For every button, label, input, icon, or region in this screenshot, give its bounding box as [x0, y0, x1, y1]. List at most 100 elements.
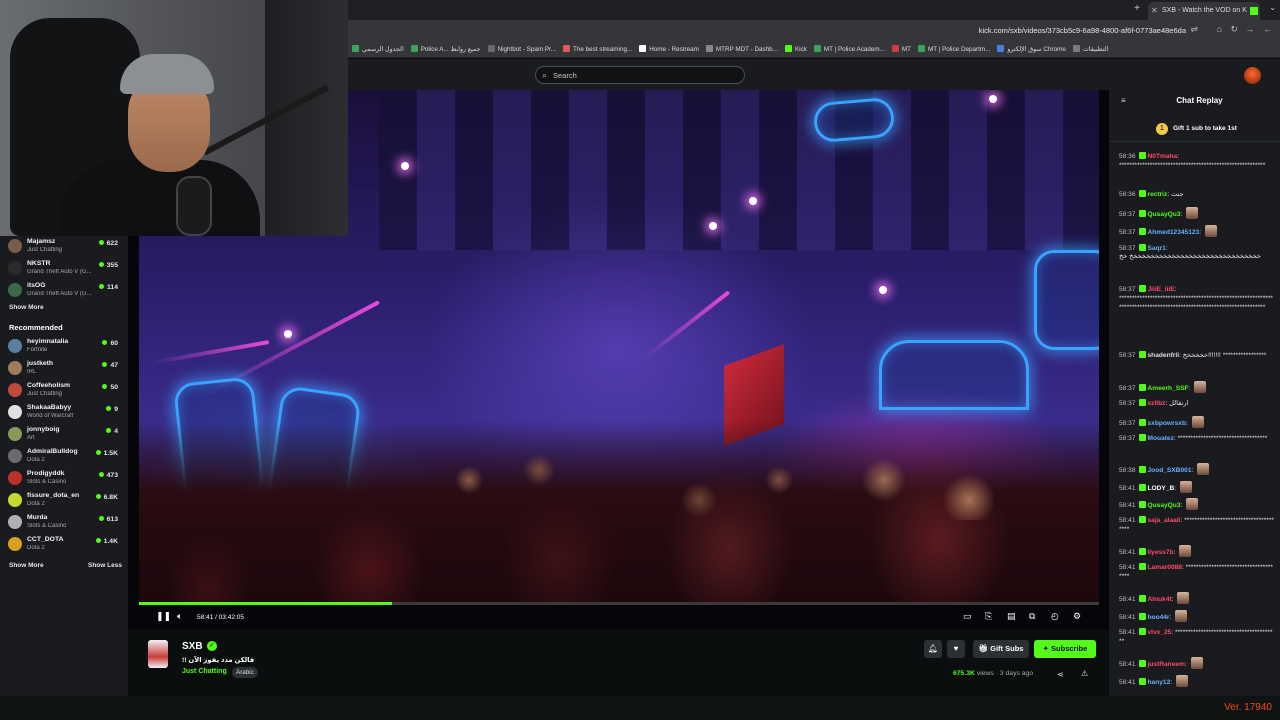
chat-username[interactable]: Mouatez: [1148, 435, 1174, 442]
clip-icon[interactable]: ⎘: [985, 611, 992, 622]
bookmark-item[interactable]: Nightbot - Spam Pr...: [487, 45, 556, 53]
bookmark-item[interactable]: التطبيقات: [1072, 45, 1108, 53]
report-warning-icon[interactable]: ⚠: [1081, 669, 1088, 678]
speed-icon[interactable]: ◴: [1051, 611, 1059, 622]
show-less-button[interactable]: Show Less: [88, 562, 122, 569]
chat-timestamp: 58:37: [1119, 400, 1136, 407]
sidebar-channel-item[interactable]: Coffeeholism Just Chatting 50: [0, 380, 128, 402]
sidebar-channel-item[interactable]: heyimnatalia Fortnite 60: [0, 336, 128, 358]
sidebar-channel-item[interactable]: Majamsz Just Chatting 622: [0, 236, 128, 258]
language-tag[interactable]: Arabic: [232, 667, 258, 678]
channel-category: IRL: [27, 369, 37, 375]
tab-search-chevron-icon[interactable]: ⌄: [1269, 3, 1276, 12]
theater-mode-icon[interactable]: ▭: [963, 611, 972, 622]
sidebar-channel-item[interactable]: fissure_dota_en Dota 2 6.8K: [0, 490, 128, 512]
sidebar-channel-item[interactable]: AdmiralBulldog Dota 2 1.5K: [0, 446, 128, 468]
bookmark-item[interactable]: الجدول الرسمي: [352, 45, 404, 53]
bookmark-favicon-icon: [639, 45, 647, 52]
site-settings-icon[interactable]: ⇌: [1190, 24, 1198, 35]
chat-timestamp: 58:37: [1119, 352, 1136, 359]
user-avatar[interactable]: [1244, 67, 1261, 84]
bookmark-item[interactable]: MTRP MDT - Dashb...: [705, 45, 778, 53]
chat-username[interactable]: saja_alaali: [1148, 517, 1181, 524]
emote-icon: [1186, 498, 1199, 510]
bookmark-item[interactable]: MT: [891, 45, 911, 53]
chat-username[interactable]: vlvx_25: [1148, 629, 1172, 636]
chat-username[interactable]: Lamar0088: [1148, 564, 1182, 571]
bookmark-label: MT | Police Departm...: [927, 46, 991, 53]
chat-message: 58:37 xzllbz: ارتقالل: [1119, 399, 1274, 409]
chat-timestamp: 58:41: [1119, 614, 1136, 621]
bookmark-item[interactable]: MT | Police Academ...: [813, 45, 885, 53]
chat-username[interactable]: Jood_SXB001: [1148, 467, 1192, 474]
category-link[interactable]: Just Chatting: [182, 668, 227, 675]
close-tab-icon[interactable]: ✕: [1151, 2, 1158, 20]
video-title: !! فالكن مدد يفوز الآن: [182, 657, 255, 664]
browser-tab-active[interactable]: ✕ SXB - Watch the VOD on K: [1148, 2, 1260, 20]
bookmark-favicon-icon: [997, 45, 1005, 52]
chat-username[interactable]: Saqr1: [1148, 245, 1166, 252]
channel-name[interactable]: SXB: [182, 641, 203, 652]
chat-username[interactable]: hany12: [1148, 679, 1171, 686]
settings-gear-icon[interactable]: ⚙: [1073, 611, 1081, 622]
chat-username[interactable]: N0Tmaha: [1148, 153, 1178, 160]
chat-username[interactable]: LODY_B: [1148, 485, 1175, 492]
chat-username[interactable]: liyess7b: [1148, 549, 1174, 556]
chat-username[interactable]: sxbpowrsxb: [1148, 420, 1186, 427]
volume-icon[interactable]: 🔈︎: [177, 611, 182, 622]
forward-icon[interactable]: →: [1245, 24, 1254, 34]
sidebar-channel-item[interactable]: jonnyboig Art 4: [0, 424, 128, 446]
new-tab-button[interactable]: +: [1134, 3, 1140, 14]
sidebar-channel-item[interactable]: Prodigyddk Slots & Casino 473: [0, 468, 128, 490]
bookmark-item[interactable]: سوق الإلكترو Chrome: [997, 45, 1066, 53]
back-icon[interactable]: ←: [1263, 24, 1272, 34]
chat-username[interactable]: Ahmed12345123: [1148, 229, 1200, 236]
share-icon[interactable]: ⋖: [1057, 670, 1064, 679]
show-more-button[interactable]: Show More: [9, 304, 44, 311]
bookmark-item[interactable]: Kick: [784, 45, 807, 53]
sidebar-channel-item[interactable]: Murda Slots & Casino 613: [0, 512, 128, 534]
sidebar-channel-item[interactable]: ShakaaBabyy World of Warcraft 9: [0, 402, 128, 424]
chat-username[interactable]: hoo44r: [1148, 614, 1170, 621]
pause-icon[interactable]: ❚❚: [156, 611, 171, 622]
channel-name: NKSTR: [27, 260, 51, 267]
picture-in-picture-icon[interactable]: ⧉: [1029, 611, 1035, 622]
channel-avatar[interactable]: [148, 640, 168, 668]
bookmark-item[interactable]: Police A... جميع روابط: [410, 45, 481, 53]
miniplayer-icon[interactable]: ▤: [1007, 611, 1016, 622]
seek-bar[interactable]: [139, 602, 1099, 605]
chat-username[interactable]: justRaneem: [1148, 661, 1185, 668]
chat-username[interactable]: shadenfrli: [1148, 352, 1180, 359]
chat-username[interactable]: rectriz: [1148, 191, 1168, 198]
sidebar-channel-item[interactable]: CCT_DOTA Dota 2 1.4K: [0, 534, 128, 556]
home-icon[interactable]: ⌂: [1217, 24, 1222, 34]
notification-bell-icon[interactable]: 🔔︎: [924, 640, 942, 658]
chat-username[interactable]: Ameerh_SSF: [1148, 385, 1189, 392]
bookmark-item[interactable]: Home - Restream: [639, 45, 699, 53]
chat-colon: :: [1191, 467, 1196, 474]
channel-avatar: [8, 493, 22, 507]
sidebar-channel-item[interactable]: NKSTR Grand Theft Auto V (G... 355: [0, 258, 128, 280]
bookmark-item[interactable]: The best streaming...: [563, 45, 632, 53]
sidebar-channel-item[interactable]: itsOG Grand Theft Auto V (G... 114: [0, 280, 128, 302]
url-text[interactable]: kick.com/sxb/videos/373cb5c9-6a98-4800-a…: [979, 26, 1186, 35]
subscribe-button[interactable]: ✦ Subscribe: [1034, 640, 1096, 658]
show-more-recommended-button[interactable]: Show More: [9, 562, 44, 569]
channel-name: Coffeeholism: [27, 382, 71, 389]
address-bar[interactable]: kick.com/sxb/videos/373cb5c9-6a98-4800-a…: [348, 20, 1280, 42]
search-box[interactable]: ⌕ Search: [535, 66, 745, 84]
chat-username[interactable]: JiiiE_iiiE: [1148, 286, 1175, 293]
channel-name: CCT_DOTA: [27, 536, 64, 543]
sidebar-channel-item[interactable]: justketh IRL 47: [0, 358, 128, 380]
chat-username[interactable]: QusayQu3: [1148, 211, 1181, 218]
bookmark-item[interactable]: MT | Police Departm...: [917, 45, 991, 53]
stage-light: [989, 95, 997, 103]
gift-subs-button[interactable]: 🎁︎ Gift Subs: [973, 640, 1029, 658]
channel-avatar: [8, 427, 22, 441]
pinned-gift-banner[interactable]: 1 Gift 1 sub to take 1st: [1109, 120, 1280, 142]
follow-heart-icon[interactable]: ♥: [947, 640, 965, 658]
chat-username[interactable]: QusayQu3: [1148, 502, 1181, 509]
chat-username[interactable]: xzllbz: [1148, 400, 1166, 407]
chat-username[interactable]: Alnuk4t: [1148, 596, 1172, 603]
reload-icon[interactable]: ↻: [1230, 24, 1238, 35]
